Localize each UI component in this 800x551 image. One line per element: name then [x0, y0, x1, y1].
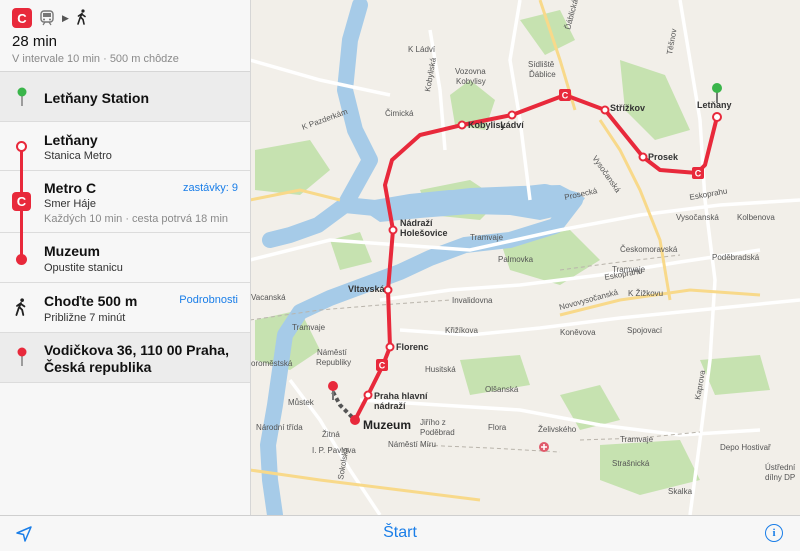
map-label: dílny DP	[765, 473, 795, 482]
step-alight[interactable]: Muzeum Opustite stanicu	[0, 233, 250, 283]
step-board-title: Letňany	[44, 132, 98, 148]
map-label: Republiky	[316, 358, 351, 367]
map-label: Jiřího z	[420, 418, 446, 427]
station-kobylisy-label: Kobylisy	[468, 120, 506, 130]
info-icon[interactable]: i	[765, 524, 783, 542]
station-hlavni-label-2: nádraží	[374, 401, 406, 411]
metro-c-badge-icon: C	[12, 192, 31, 211]
map-label: Husitská	[425, 365, 456, 374]
line-start-dot	[16, 141, 27, 152]
map-label: Národní třída	[256, 423, 303, 432]
step-board[interactable]: Letňany Stanica Metro	[0, 122, 250, 171]
map-label: Žitná	[322, 430, 340, 439]
transport-modes: C ▶	[12, 8, 238, 28]
step-ride[interactable]: Metro C Smer Háje Každých 10 min · cesta…	[0, 171, 250, 233]
hospital-icon	[539, 442, 549, 452]
map-label: Českomoravská	[620, 245, 678, 254]
map-label: Křižíkova	[445, 326, 478, 335]
map-label: K Žižkovu	[628, 289, 663, 298]
station-hlavni-label-1: Praha hlavní	[374, 391, 428, 401]
map-label: Náměstí	[317, 348, 348, 357]
step-destination[interactable]: Vodičkova 36, 110 00 Praha, Česká republ…	[0, 333, 250, 383]
station-holesovice-label-1: Nádraží	[400, 218, 433, 228]
muzeum-station-marker	[350, 415, 360, 425]
route-duration: 28 min	[12, 33, 58, 50]
map-label: Ďáblice	[529, 70, 556, 79]
map-label: Čimická	[385, 109, 414, 118]
map-label: Náměstí Míru	[388, 440, 436, 449]
map-label: Koněvova	[560, 328, 596, 337]
station-strizkov-label: Střížkov	[610, 103, 645, 113]
step-ride-subtitle: Smer Háje	[44, 198, 96, 210]
map-label: Poděbradská	[712, 253, 760, 262]
step-origin-title: Letňany Station	[44, 90, 150, 106]
green-pin-icon	[17, 87, 27, 106]
map-label: Skalka	[668, 487, 693, 496]
map-label: Tramvaje	[470, 233, 504, 242]
directions-panel: C ▶ 28 min V intervale 10 min · 500 m ch…	[0, 0, 251, 515]
map-label: Ústřední	[765, 463, 796, 472]
red-pin-icon	[17, 347, 27, 366]
station-letnany-label: Letňany	[697, 100, 732, 110]
bottom-toolbar: Štart i	[0, 515, 800, 551]
station-prosek-label: Prosek	[648, 152, 679, 162]
line-end-dot	[16, 254, 27, 265]
map-label: Můstek	[288, 398, 315, 407]
map-label: Tramvaje	[612, 265, 646, 274]
step-walk[interactable]: Choďte 500 m Približne 7 minút Podrobnos…	[0, 283, 250, 333]
svg-text:C: C	[379, 361, 386, 371]
step-ride-title: Metro C	[44, 180, 97, 196]
walking-icon	[15, 298, 26, 316]
map-label: Olšanská	[485, 385, 519, 394]
map-label: Vacanská	[251, 293, 286, 302]
map-label: Invalidovna	[452, 296, 493, 305]
step-destination-line1: Vodičkova 36, 110 00 Praha,	[44, 342, 229, 358]
map-label: K Ládví	[408, 45, 436, 54]
chevron-right-icon: ▶	[62, 12, 69, 23]
step-destination-line2: Česká republika	[44, 359, 152, 375]
map-label: Kobylisy	[456, 77, 486, 86]
step-alight-title: Muzeum	[44, 243, 100, 259]
map-label: Vozovna	[455, 67, 486, 76]
train-icon	[38, 9, 56, 27]
stops-link[interactable]: zastávky: 9	[183, 182, 238, 194]
route-summary[interactable]: C ▶ 28 min V intervale 10 min · 500 m ch…	[0, 0, 250, 72]
map-label: Strašnická	[612, 459, 650, 468]
route-details: V intervale 10 min · 500 m chôdze	[12, 53, 179, 65]
map-label: Vysočanská	[676, 213, 719, 222]
details-link[interactable]: Podrobnosti	[179, 294, 238, 306]
map-label: Kolbenova	[737, 213, 775, 222]
map-label: Poděbrad	[420, 428, 455, 437]
step-ride-detail: Každých 10 min · cesta potrvá 18 min	[44, 213, 229, 225]
map-label: Tramvaje	[292, 323, 326, 332]
start-button[interactable]: Štart	[0, 524, 800, 542]
svg-text:C: C	[562, 91, 569, 101]
map-label: Palmovka	[498, 255, 534, 264]
step-origin[interactable]: Letňany Station	[0, 72, 250, 122]
metro-c-badge-icon: C	[12, 8, 32, 28]
step-alight-subtitle: Opustite stanicu	[44, 262, 123, 274]
station-holesovice-label-2: Holešovice	[400, 228, 448, 238]
map-label: Tramvaje	[620, 435, 654, 444]
step-board-subtitle: Stanica Metro	[44, 150, 112, 162]
station-vltavska-label: Vltavská	[348, 284, 386, 294]
walking-icon	[75, 8, 89, 28]
map-label: oroměstská	[251, 359, 293, 368]
map-label: Flora	[488, 423, 507, 432]
map-label: Želivského	[538, 425, 577, 434]
map-label: Depo Hostivař	[720, 443, 771, 452]
step-walk-title: Choďte 500 m	[44, 293, 138, 309]
station-florenc-label: Florenc	[396, 342, 429, 352]
step-walk-subtitle: Približne 7 minút	[44, 312, 126, 324]
station-muzeum-label: Muzeum	[363, 418, 411, 432]
map-label: Sídliště	[528, 60, 555, 69]
svg-text:C: C	[695, 169, 702, 179]
map-label: Spojovací	[627, 326, 663, 335]
